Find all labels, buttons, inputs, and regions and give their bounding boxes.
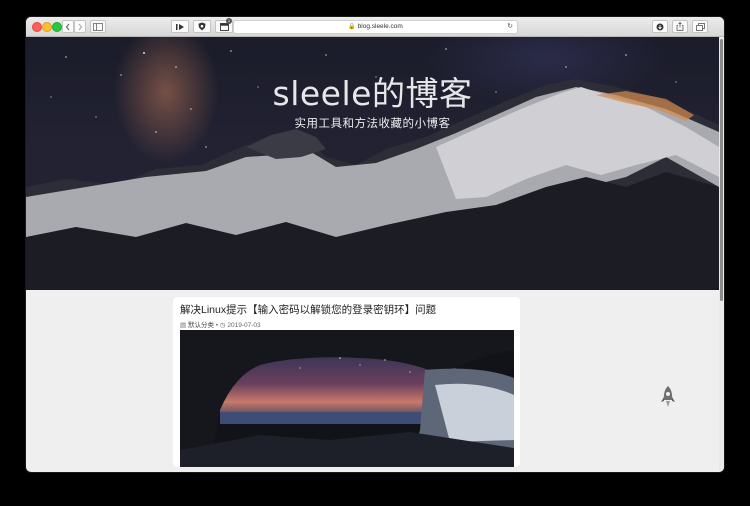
share-icon: [676, 21, 684, 31]
maximize-window-button[interactable]: [52, 22, 62, 32]
shield-extension-button[interactable]: [193, 20, 211, 33]
shield-icon: [198, 22, 206, 31]
post-card: 解决Linux提示【输入密码以解锁您的登录密钥环】问题 ▤ 默认分类 • ◷ 2…: [173, 297, 520, 467]
blog-subtitle: 实用工具和方法收藏的小博客: [294, 118, 451, 130]
hero-banner: sleele的博客 实用工具和方法收藏的小博客: [26, 37, 719, 290]
reload-icon[interactable]: ↻: [507, 21, 513, 33]
download-button[interactable]: [652, 20, 668, 33]
back-to-top-rocket[interactable]: [658, 385, 678, 411]
folder-icon: ▤: [180, 322, 187, 329]
lock-icon: 🔒: [348, 24, 356, 30]
post-thumbnail[interactable]: [180, 330, 514, 467]
chevron-right-icon: [78, 23, 83, 30]
tabs-icon: [695, 22, 705, 31]
close-window-button[interactable]: [32, 22, 42, 32]
meta-separator: •: [215, 322, 219, 329]
extension-badge: 1: [226, 18, 232, 24]
url-text: blog.sleele.com: [357, 23, 403, 30]
post-meta: ▤ 默认分类 • ◷ 2019-07-03: [180, 319, 261, 329]
download-icon: [656, 23, 664, 30]
tab-extension-button[interactable]: 1: [215, 18, 233, 33]
page-scrollbar[interactable]: [719, 37, 724, 472]
browser-toolbar: 1 🔒 blog.sleele.com ↻: [26, 17, 724, 37]
post-title[interactable]: 解决Linux提示【输入密码以解锁您的登录密钥环】问题: [180, 302, 436, 317]
post-category[interactable]: 默认分类: [188, 322, 214, 329]
reader-extension-button[interactable]: [171, 20, 189, 33]
show-tabs-button[interactable]: [692, 20, 708, 33]
back-button[interactable]: [62, 20, 74, 33]
share-button[interactable]: [672, 20, 688, 33]
clock-icon: ◷: [219, 322, 226, 329]
post-date: 2019-07-03: [227, 322, 261, 329]
cave-sky-image: [180, 330, 514, 467]
chevron-left-icon: [65, 23, 70, 30]
forward-button[interactable]: [74, 20, 86, 33]
sidebar-icon: [93, 22, 103, 31]
address-bar[interactable]: 🔒 blog.sleele.com ↻: [233, 20, 518, 34]
rocket-icon: [661, 386, 675, 407]
scrollbar-thumb[interactable]: [720, 39, 723, 301]
blog-title[interactable]: sleele的博客: [26, 67, 719, 115]
sidebar-button[interactable]: [90, 20, 106, 33]
minimize-window-button[interactable]: [42, 22, 52, 32]
play-pause-icon: [176, 23, 184, 30]
